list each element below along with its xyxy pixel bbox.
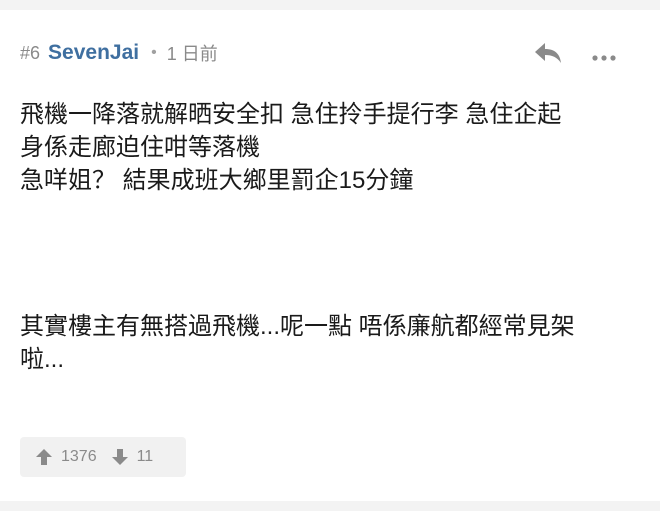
post-card: #6 SevenJai • 1 日前 飛機一降落就解晒安全扣 急住拎手提行李 急… (0, 10, 660, 501)
more-dots-icon[interactable] (592, 49, 616, 61)
post-time: 1 日前 (166, 44, 218, 64)
post-header: #6 SevenJai • 1 日前 (20, 38, 640, 68)
upvote-button[interactable]: 1376 (35, 448, 97, 466)
username-link[interactable]: SevenJai (48, 41, 139, 65)
post-content: 飛機一降落就解晒安全扣 急住拎手提行李 急住企起 身係走廊迫住咁等落機 急咩姐？… (20, 98, 645, 376)
content-line: 啦... (20, 346, 65, 373)
content-line: 飛機一降落就解晒安全扣 急住拎手提行李 急住企起 (20, 101, 562, 128)
content-line: 急咩姐？ 結果成班大鄉里罰企15分鐘 (20, 167, 414, 194)
reply-arrow-icon[interactable] (534, 41, 562, 65)
downvote-button[interactable]: 11 (111, 448, 154, 466)
post-actions (534, 38, 616, 68)
arrow-down-icon (111, 449, 128, 465)
content-line: 身係走廊迫住咁等落機 (20, 134, 260, 161)
vote-box: 1376 11 (20, 437, 186, 477)
floor-number: #6 (20, 42, 41, 63)
content-line: 其實樓主有無搭過飛機...呢一點 唔係廉航都經常見架 (20, 313, 575, 340)
arrow-up-icon (36, 449, 52, 465)
downvote-count: 11 (136, 448, 154, 465)
meta-separator: • (151, 44, 157, 61)
upvote-count: 1376 (61, 448, 97, 465)
